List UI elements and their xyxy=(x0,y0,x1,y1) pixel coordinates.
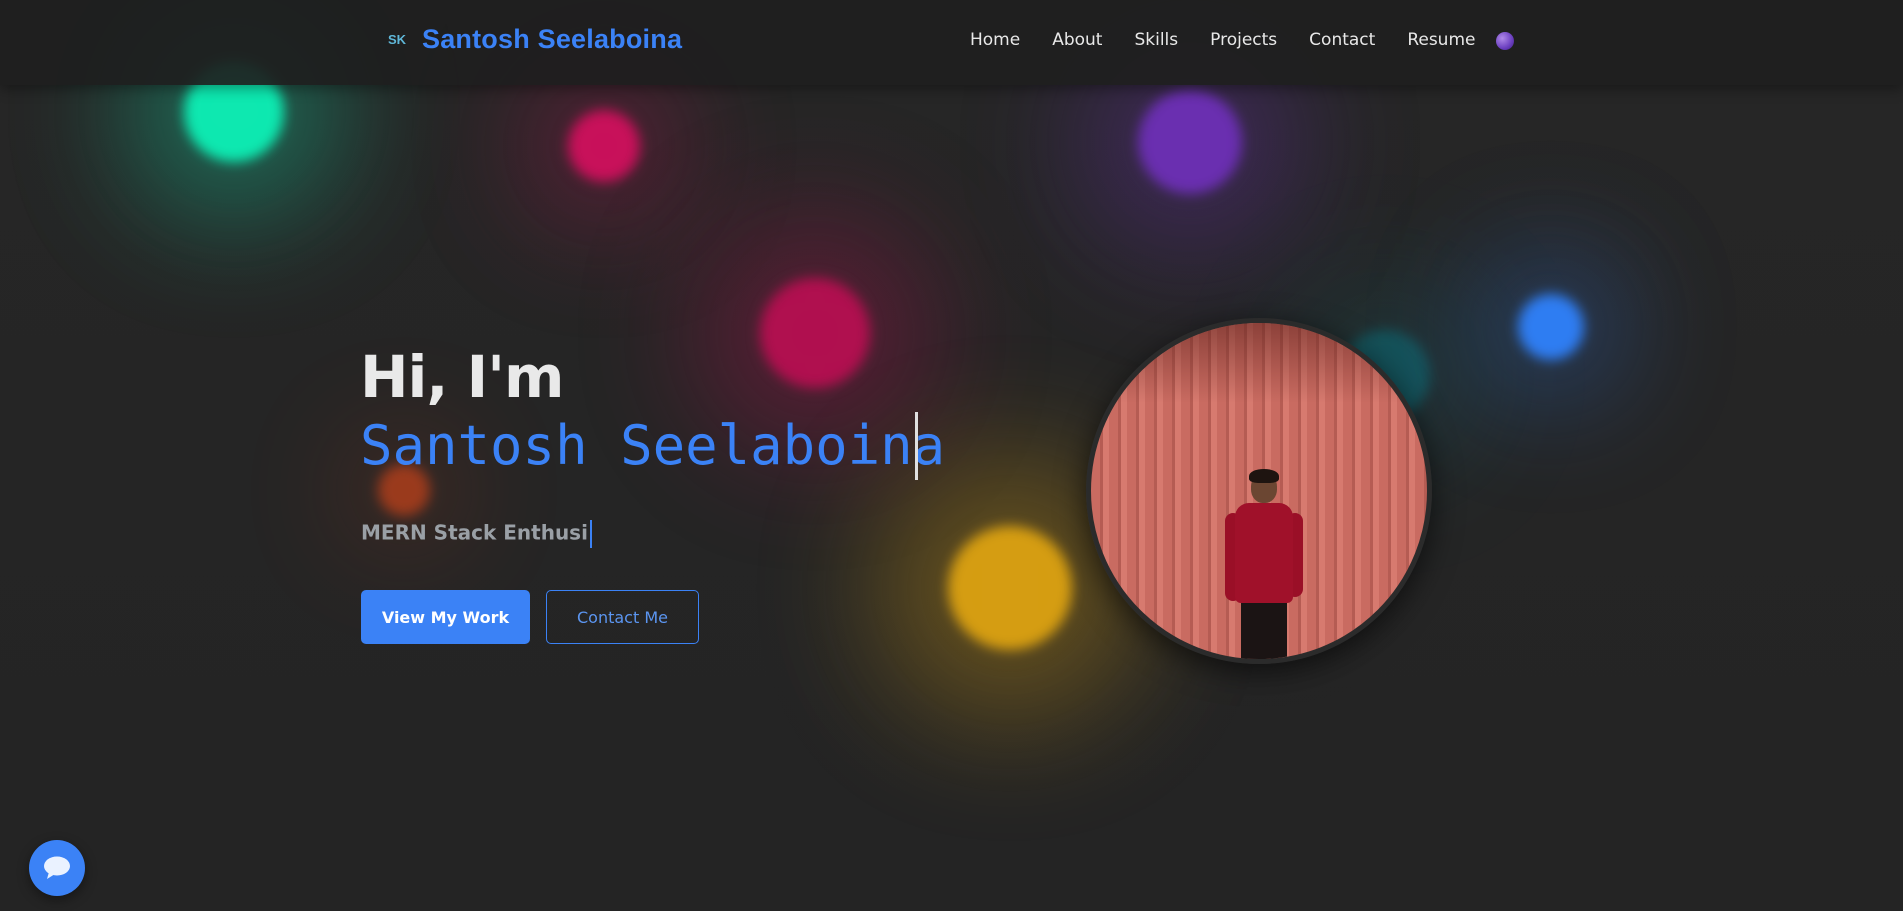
chat-bubble-icon xyxy=(44,856,70,879)
brand[interactable]: SK Santosh Seelaboina xyxy=(386,24,682,55)
hero-role: MERN Stack Enthusi xyxy=(361,520,592,548)
glow-orb-blue xyxy=(1518,294,1584,360)
role-typing-caret xyxy=(589,520,592,548)
chat-button[interactable] xyxy=(29,840,85,896)
nav-link-contact[interactable]: Contact xyxy=(1309,30,1375,50)
glow-orb-yellow xyxy=(948,526,1072,650)
photo-wall-shadow xyxy=(1091,323,1427,403)
person-shirt xyxy=(1235,503,1293,603)
hero-role-text: MERN Stack Enthusi xyxy=(361,520,588,545)
profile-photo xyxy=(1086,318,1432,664)
glow-orb-pink xyxy=(568,110,640,182)
typing-caret xyxy=(915,412,918,480)
theme-toggle-icon[interactable] xyxy=(1496,32,1514,50)
brand-name: Santosh Seelaboina xyxy=(422,24,683,54)
nav-link-home[interactable]: Home xyxy=(970,30,1020,50)
contact-me-button[interactable]: Contact Me xyxy=(546,590,699,644)
nav-link-skills[interactable]: Skills xyxy=(1134,30,1178,50)
nav-link-projects[interactable]: Projects xyxy=(1210,30,1277,50)
nav-link-about[interactable]: About xyxy=(1052,30,1102,50)
hero-greeting: Hi, I'm xyxy=(360,343,564,411)
nav-link-resume[interactable]: Resume xyxy=(1407,30,1475,50)
hero-name: Santosh Seelaboina xyxy=(360,414,946,477)
nav-links: Home About Skills Projects Contact Resum… xyxy=(970,30,1475,50)
logo-icon: SK xyxy=(387,31,407,47)
portfolio-page: SK Santosh Seelaboina Home About Skills … xyxy=(0,0,1903,911)
person-legs xyxy=(1241,601,1287,659)
view-my-work-button[interactable]: View My Work xyxy=(361,590,530,644)
person-figure xyxy=(1219,469,1309,659)
glow-orb-magenta xyxy=(760,278,870,388)
navbar: SK Santosh Seelaboina Home About Skills … xyxy=(0,0,1903,85)
person-hair xyxy=(1249,469,1279,483)
glow-orb-purple xyxy=(1138,90,1242,194)
